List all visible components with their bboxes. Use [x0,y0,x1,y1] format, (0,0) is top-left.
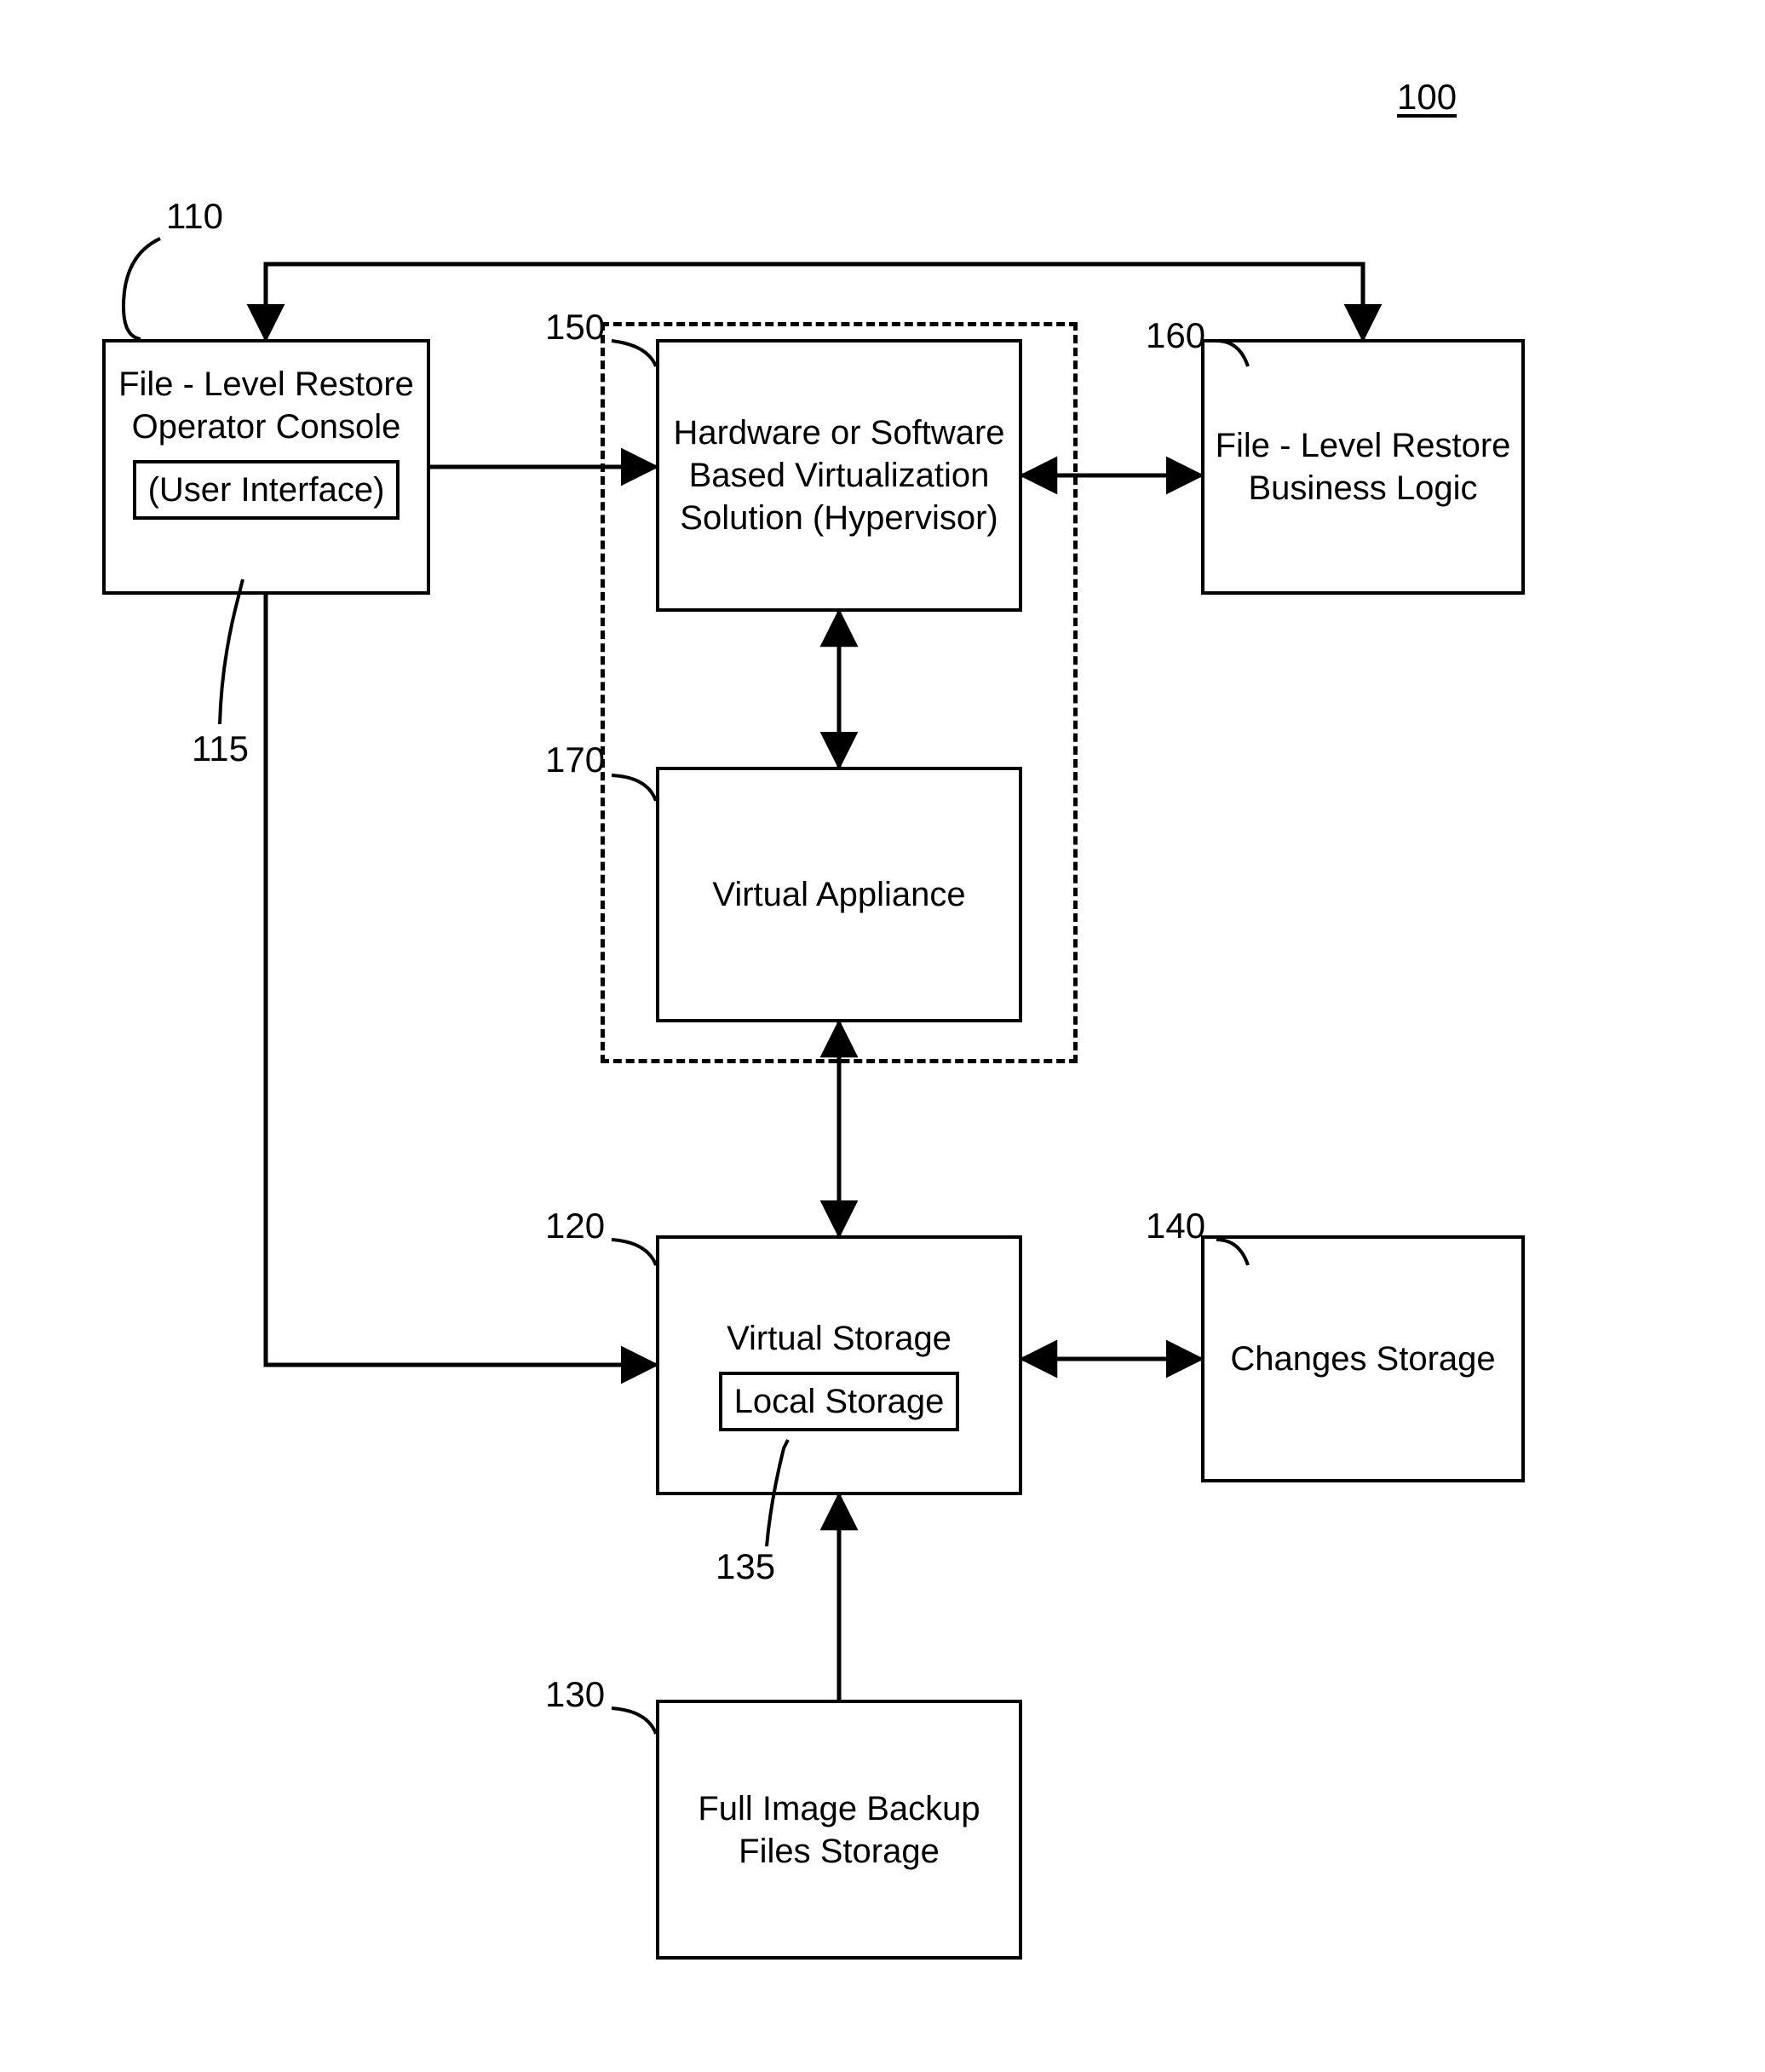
box-business-logic-title: File - Level Restore Business Logic [1211,424,1515,509]
box-virtual-storage: Virtual Storage Local Storage [656,1235,1022,1495]
box-local-storage-label: Local Storage [734,1383,945,1420]
connector-console-virtualstorage [266,595,656,1365]
box-backup-storage-title: Full Image Backup Files Storage [666,1787,1012,1873]
box-backup-storage: Full Image Backup Files Storage [656,1700,1022,1960]
ref-label-110: 110 [166,196,223,237]
ref-label-170: 170 [545,740,605,780]
box-user-interface: (User Interface) [133,460,400,520]
box-operator-console: File - Level Restore Operator Console (U… [102,339,430,595]
box-hypervisor-title: Hardware or Software Based Virtualizatio… [666,412,1012,539]
box-changes-storage-title: Changes Storage [1230,1338,1495,1380]
ref-label-160: 160 [1146,315,1205,356]
ref-label-135: 135 [716,1546,775,1587]
ref-label-115: 115 [192,728,249,769]
box-virtual-appliance: Virtual Appliance [656,767,1022,1022]
box-user-interface-label: (User Interface) [148,471,385,509]
box-hypervisor: Hardware or Software Based Virtualizatio… [656,339,1022,612]
diagram-stage: 100 File - Level Restore Operator Consol… [0,0,1765,2072]
ref-label-140: 140 [1146,1206,1205,1246]
ref-label-150: 150 [545,307,605,348]
box-local-storage: Local Storage [719,1372,960,1431]
figure-number: 100 [1397,77,1457,118]
ref-label-130: 130 [545,1674,605,1715]
ref-label-120: 120 [545,1206,605,1246]
box-business-logic: File - Level Restore Business Logic [1201,339,1525,595]
box-operator-console-title: File - Level Restore Operator Console [112,363,420,448]
leader-115 [220,579,243,724]
box-virtual-storage-title: Virtual Storage [727,1317,951,1360]
box-virtual-appliance-title: Virtual Appliance [712,873,965,916]
leader-120 [612,1240,656,1265]
leader-110 [124,239,160,339]
box-changes-storage: Changes Storage [1201,1235,1525,1482]
leader-130 [612,1708,656,1734]
